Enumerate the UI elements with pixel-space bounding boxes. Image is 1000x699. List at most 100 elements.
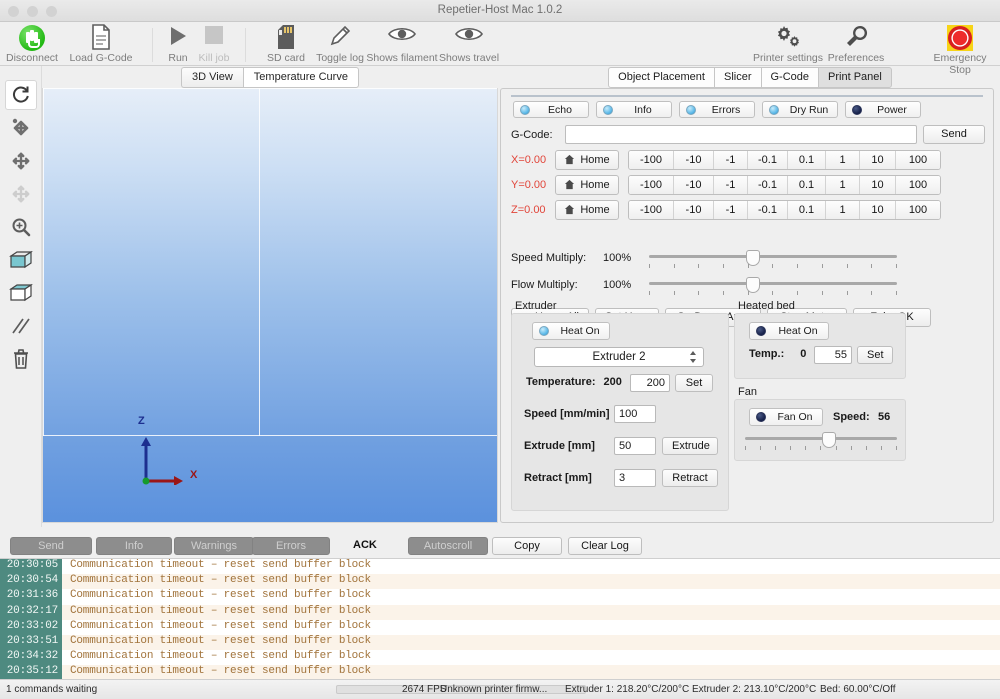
zoom-icon[interactable] [5,212,37,242]
extrude-amount-input[interactable] [614,437,656,455]
move-object-icon[interactable] [5,113,37,143]
bed-temp-target-input[interactable] [814,346,852,364]
step-z-1[interactable]: 1 [826,200,860,219]
log-autoscroll-toggle[interactable]: Autoscroll [408,537,488,555]
bed-line [43,88,44,436]
tab-slicer[interactable]: Slicer [713,67,761,88]
retract-amount-input[interactable] [614,469,656,487]
toggle-power[interactable]: Power [845,101,921,118]
step-x-0.1[interactable]: 0.1 [788,150,826,169]
wireframe-cube-icon[interactable] [5,278,37,308]
tab-3d-view[interactable]: 3D View [181,67,243,88]
toggle-dry-run[interactable]: Dry Run [762,101,838,118]
step-z-100[interactable]: 100 [896,200,940,219]
tab-object-placement[interactable]: Object Placement [608,67,714,88]
log-filter-send[interactable]: Send [10,537,92,555]
extruder-heat-label: Heat On [560,325,600,337]
step-z-10[interactable]: 10 [860,200,896,219]
toggle-echo[interactable]: Echo [513,101,589,118]
move-view-icon[interactable] [5,146,37,176]
flow-multiply-slider[interactable] [649,277,897,295]
print-panel: Echo Info Errors Dry Run Power G-Code: S… [500,88,994,523]
log-message: Communication timeout – reset send buffe… [70,650,371,663]
log-filter-info[interactable]: Info [96,537,172,555]
tab-temperature-curve[interactable]: Temperature Curve [242,67,359,88]
step-z-0.1[interactable]: 0.1 [788,200,826,219]
solid-cube-icon[interactable] [5,245,37,275]
gcode-input[interactable] [565,125,917,144]
fan-on-toggle[interactable]: Fan On [749,408,823,426]
toolbar-run[interactable]: Run [160,24,196,64]
step-y-1[interactable]: 1 [826,175,860,194]
log-timestamp: 20:31:36 [0,589,62,605]
toggle-errors[interactable]: Errors [679,101,755,118]
step-y--0.1[interactable]: -0.1 [748,175,788,194]
step-x--1[interactable]: -1 [714,150,748,169]
toolbar-separator [152,28,153,62]
bed-heat-on-toggle[interactable]: Heat On [749,322,829,340]
led-toggle-row: Echo Info Errors Dry Run Power [513,101,921,118]
home-icon [565,154,575,165]
tab-gcode[interactable]: G-Code [760,67,819,88]
temperature-target-input[interactable] [630,374,670,392]
step-z--0.1[interactable]: -0.1 [748,200,788,219]
toolbar-shows-filament[interactable]: Shows filament [366,24,438,64]
step-y--10[interactable]: -10 [674,175,714,194]
step-x--100[interactable]: -100 [629,150,674,169]
eye-icon [436,24,502,52]
tab-print-panel[interactable]: Print Panel [818,67,892,88]
bed-line [43,88,497,89]
toolbar-kill-job[interactable]: Kill job [196,24,232,64]
trash-icon[interactable] [5,344,37,374]
extruder-group: Heat On Extruder 2 Temperature: 200 Set … [511,313,729,511]
viewport-3d[interactable]: Z X [42,88,498,523]
bed-temp-set-button[interactable]: Set [857,346,893,364]
retract-button[interactable]: Retract [662,469,718,487]
log-list[interactable]: 20:30:05 Communication timeout – reset s… [0,558,1000,679]
step-z--10[interactable]: -10 [674,200,714,219]
toolbar-toggle-log[interactable]: Toggle log [310,24,370,64]
step-y--100[interactable]: -100 [629,175,674,194]
lines-icon[interactable] [5,311,37,341]
log-clear-button[interactable]: Clear Log [568,537,642,555]
status-extruder-2: Extruder 2: 213.10°C/200°C [692,684,817,695]
toolbar-load-gcode[interactable]: Load G-Code [62,24,140,64]
temperature-set-button[interactable]: Set [675,374,713,392]
step-x--10[interactable]: -10 [674,150,714,169]
extruder-heat-on-toggle[interactable]: Heat On [532,322,610,340]
toggle-label: Errors [711,103,741,116]
log-filter-errors[interactable]: Errors [252,537,330,555]
extrude-button[interactable]: Extrude [662,437,718,455]
home-x-button[interactable]: Home [555,149,619,170]
step-x-1[interactable]: 1 [826,150,860,169]
bed-temp-label: Temp.: [749,348,785,360]
step-x--0.1[interactable]: -0.1 [748,150,788,169]
extruder-speed-input[interactable] [614,405,656,423]
toolbar-shows-travel[interactable]: Shows travel [436,24,502,64]
toolbar-sd-card[interactable]: SD card [258,24,314,64]
window-title: Repetier-Host Mac 1.0.2 [437,4,563,16]
step-x-100[interactable]: 100 [896,150,940,169]
step-y-10[interactable]: 10 [860,175,896,194]
step-y-0.1[interactable]: 0.1 [788,175,826,194]
log-copy-button[interactable]: Copy [492,537,562,555]
step-x-10[interactable]: 10 [860,150,896,169]
speed-multiply-slider[interactable] [649,250,897,268]
toolbar-disconnect[interactable]: Disconnect [2,24,62,64]
home-y-button[interactable]: Home [555,174,619,195]
log-message: Communication timeout – reset send buffe… [62,634,1000,651]
toolbar-printer-settings[interactable]: Printer settings [752,24,824,64]
step-z--100[interactable]: -100 [629,200,674,219]
reset-view-icon[interactable] [4,80,37,110]
step-y--1[interactable]: -1 [714,175,748,194]
home-icon [565,204,575,215]
fan-speed-slider[interactable] [745,432,897,450]
home-z-button[interactable]: Home [555,199,619,220]
log-filter-warnings[interactable]: Warnings [174,537,254,555]
gcode-send-button[interactable]: Send [923,125,985,144]
extruder-select[interactable]: Extruder 2 [534,347,704,367]
step-z--1[interactable]: -1 [714,200,748,219]
toolbar-preferences[interactable]: Preferences [824,24,888,64]
toggle-info[interactable]: Info [596,101,672,118]
step-y-100[interactable]: 100 [896,175,940,194]
